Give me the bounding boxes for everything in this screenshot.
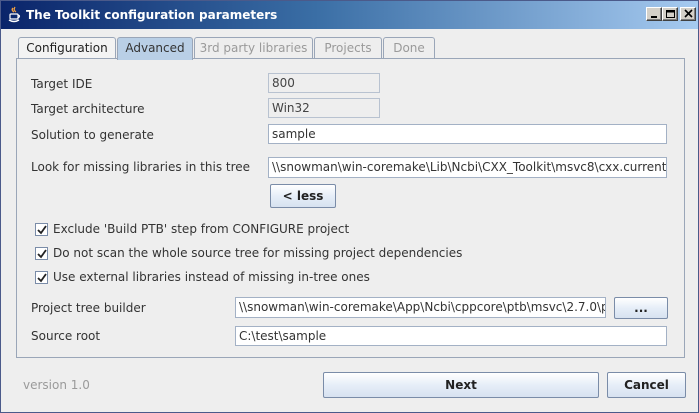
solution-input[interactable]: sample: [268, 124, 667, 144]
tab-3rd-party-libraries[interactable]: 3rd party libraries: [194, 37, 313, 59]
version-label: version 1.0: [23, 378, 90, 392]
target-architecture-field: Win32: [268, 98, 380, 118]
exclude-build-ptb-checkbox[interactable]: [35, 223, 48, 236]
minimize-button[interactable]: [646, 7, 662, 21]
checkmark-icon: [37, 225, 47, 235]
library-tree-input[interactable]: \\snowman\win-coremake\Lib\Ncbi\CXX_Tool…: [268, 157, 667, 178]
tab-projects[interactable]: Projects: [314, 37, 382, 59]
project-tree-builder-input[interactable]: \\snowman\win-coremake\App\Ncbi\cppcore\…: [235, 297, 606, 318]
tab-label: 3rd party libraries: [199, 41, 308, 55]
tab-label: Configuration: [26, 41, 108, 55]
exclude-build-ptb-label: Exclude 'Build PTB' step from CONFIGURE …: [53, 222, 350, 236]
solution-label: Solution to generate: [31, 128, 154, 142]
dialog-window: The Toolkit configuration parameters Con…: [0, 0, 699, 413]
less-button[interactable]: < less: [270, 184, 336, 208]
close-icon: [684, 9, 693, 18]
tab-label: Projects: [324, 41, 372, 55]
maximize-icon: [666, 10, 675, 18]
browse-button[interactable]: ...: [614, 297, 668, 319]
tab-label: Done: [393, 41, 425, 55]
checkmark-icon: [37, 249, 47, 259]
use-external-libraries-label: Use external libraries instead of missin…: [53, 270, 370, 284]
minimize-icon: [651, 16, 657, 18]
tab-done[interactable]: Done: [383, 37, 435, 59]
next-button[interactable]: Next: [323, 372, 599, 398]
source-root-input[interactable]: C:\test\sample: [235, 326, 667, 346]
target-architecture-label: Target architecture: [31, 102, 145, 116]
maximize-button[interactable]: [662, 7, 678, 21]
tab-configuration[interactable]: Configuration: [18, 37, 116, 59]
title-bar[interactable]: The Toolkit configuration parameters: [1, 1, 698, 29]
java-app-icon: [6, 6, 22, 24]
source-root-label: Source root: [31, 329, 101, 343]
no-scan-source-tree-checkbox[interactable]: [35, 247, 48, 260]
cancel-button[interactable]: Cancel: [607, 372, 686, 398]
target-ide-label: Target IDE: [31, 77, 93, 91]
checkmark-icon: [37, 273, 47, 283]
no-scan-source-tree-label: Do not scan the whole source tree for mi…: [53, 246, 463, 260]
use-external-libraries-checkbox[interactable]: [35, 271, 48, 284]
tab-advanced[interactable]: Advanced: [117, 37, 193, 60]
close-button[interactable]: [680, 7, 696, 21]
tab-label: Advanced: [125, 41, 185, 55]
target-ide-field: 800: [268, 73, 380, 93]
library-tree-label: Look for missing libraries in this tree: [31, 160, 251, 174]
project-tree-builder-label: Project tree builder: [31, 301, 146, 315]
window-title: The Toolkit configuration parameters: [26, 8, 278, 22]
